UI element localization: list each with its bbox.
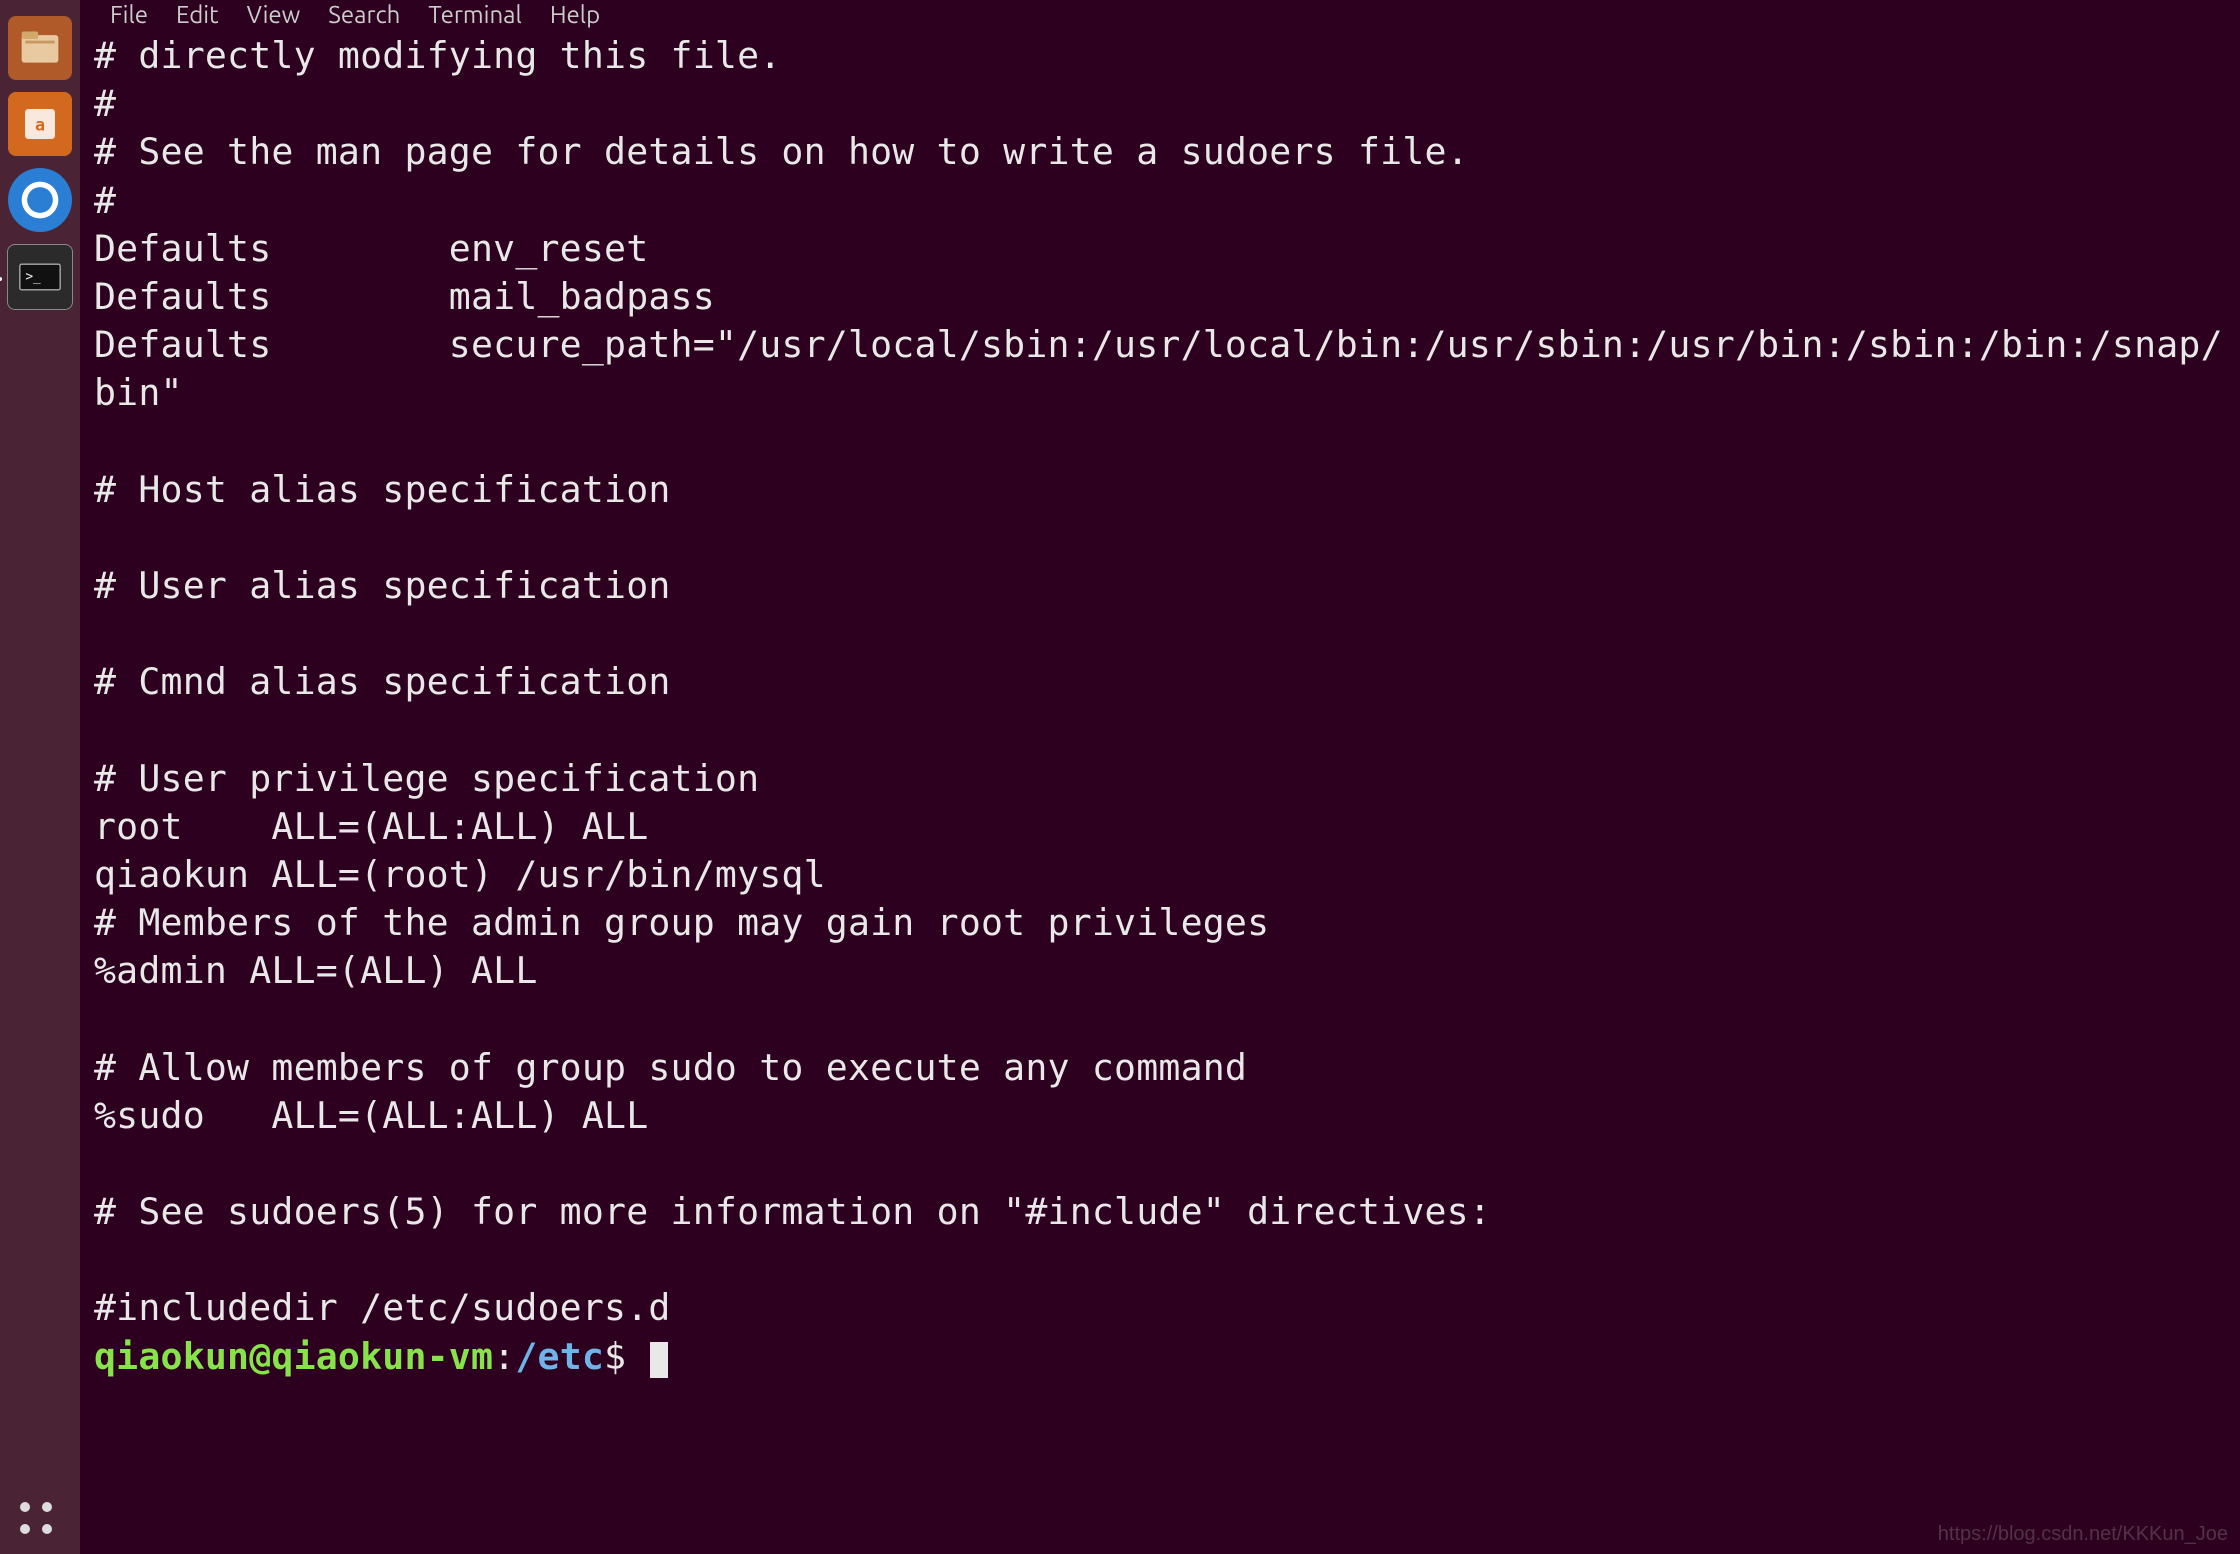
- menu-edit[interactable]: Edit: [176, 1, 219, 28]
- prompt-path: /etc: [515, 1335, 604, 1378]
- menubar: File Edit View Search Terminal Help: [80, 0, 2240, 28]
- watermark-text: https://blog.csdn.net/KKKun_Joe: [1938, 1523, 2228, 1546]
- terminal-window: File Edit View Search Terminal Help # di…: [80, 0, 2240, 1554]
- svg-text:>_: >_: [25, 270, 41, 285]
- files-icon[interactable]: [8, 16, 72, 80]
- browser-icon[interactable]: [8, 168, 72, 232]
- app-icon[interactable]: a: [8, 92, 72, 156]
- menu-help[interactable]: Help: [550, 1, 600, 28]
- menu-file[interactable]: File: [110, 1, 148, 28]
- svg-text:a: a: [35, 116, 45, 135]
- prompt-user: qiaokun@qiaokun-vm: [94, 1335, 493, 1378]
- menu-terminal[interactable]: Terminal: [428, 1, 521, 28]
- terminal-icon[interactable]: >_: [7, 244, 73, 310]
- cursor: [650, 1342, 668, 1378]
- apps-grid-icon[interactable]: [20, 1502, 52, 1534]
- prompt-colon: :: [493, 1335, 515, 1378]
- launcher-dock: a >_: [0, 0, 80, 1554]
- menu-search[interactable]: Search: [328, 1, 400, 28]
- menu-view[interactable]: View: [247, 1, 301, 28]
- terminal-body[interactable]: # directly modifying this file. # # See …: [80, 28, 2240, 1381]
- prompt-symbol: $: [604, 1335, 648, 1378]
